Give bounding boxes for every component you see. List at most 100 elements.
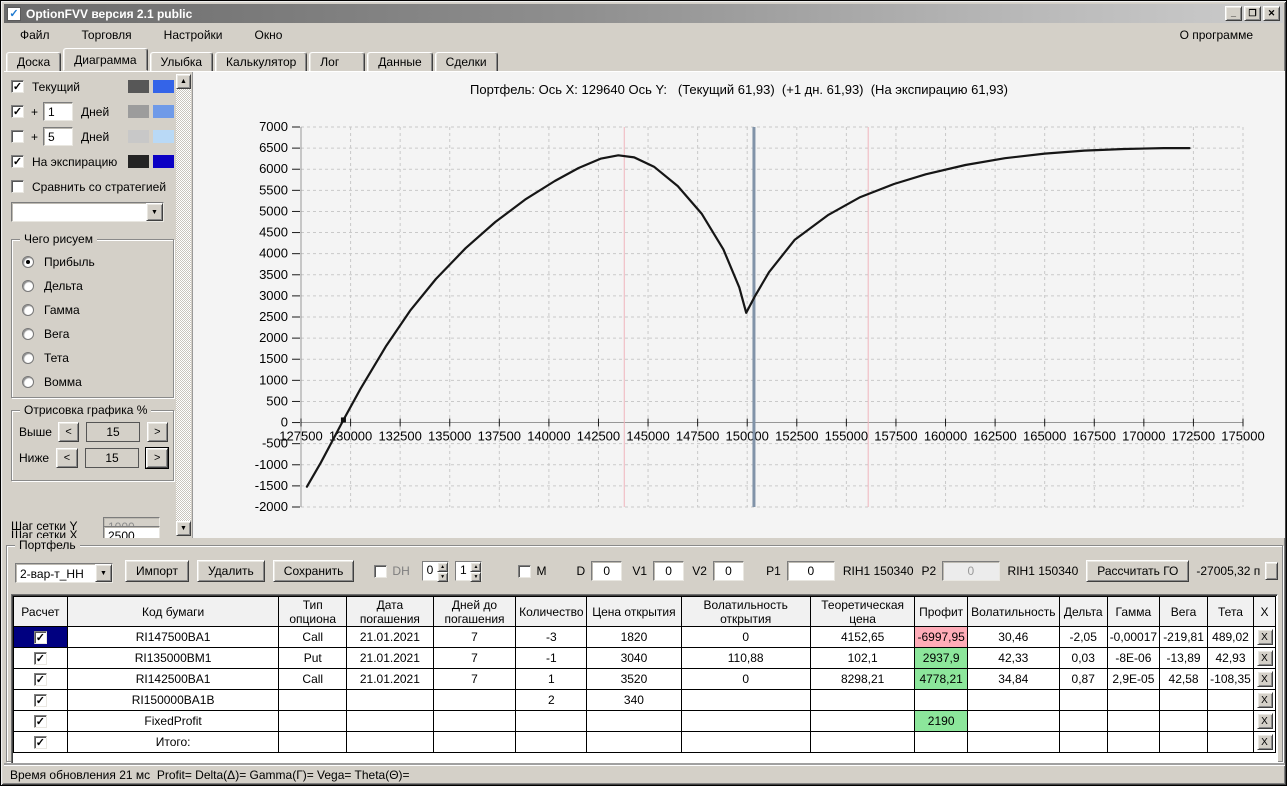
expiration-color-swatch-2[interactable] bbox=[153, 155, 174, 168]
radio-vomma[interactable] bbox=[22, 376, 34, 388]
table-cell[interactable] bbox=[966, 731, 1060, 753]
row-calc-checkbox[interactable] bbox=[33, 715, 47, 729]
table-cell[interactable] bbox=[1159, 731, 1209, 753]
table-cell[interactable]: -3 bbox=[515, 626, 588, 648]
table-cell[interactable]: 21.01.2021 bbox=[346, 626, 434, 648]
table-cell[interactable] bbox=[346, 710, 434, 732]
column-header[interactable]: Код бумаги bbox=[66, 596, 280, 627]
table-cell[interactable] bbox=[432, 689, 517, 711]
column-header[interactable]: X bbox=[1253, 596, 1276, 627]
table-cell[interactable]: -8E-06 bbox=[1106, 647, 1161, 669]
table-cell[interactable]: 21.01.2021 bbox=[346, 668, 434, 690]
menu-item-file[interactable]: Файл bbox=[20, 28, 50, 42]
table-cell[interactable]: Call bbox=[278, 668, 348, 690]
table-cell[interactable]: Итого: bbox=[66, 731, 280, 753]
current-color-swatch-1[interactable] bbox=[128, 80, 149, 93]
calc-go-button[interactable]: Рассчитать ГО bbox=[1086, 560, 1190, 582]
above-value[interactable]: 15 bbox=[86, 422, 140, 442]
p1-input[interactable]: 0 bbox=[786, 561, 835, 581]
below-increase-button[interactable]: > bbox=[145, 447, 170, 469]
table-cell[interactable] bbox=[1159, 689, 1209, 711]
table-cell[interactable] bbox=[966, 710, 1060, 732]
tab-deals[interactable]: Сделки bbox=[434, 52, 498, 72]
tab-smile[interactable]: Улыбка bbox=[149, 52, 214, 72]
spin-up-icon[interactable] bbox=[437, 562, 449, 572]
plus5-color-swatch-1[interactable] bbox=[128, 130, 149, 143]
column-header[interactable]: Дата погашения bbox=[346, 596, 434, 627]
row-calc-checkbox[interactable] bbox=[33, 694, 47, 708]
table-cell[interactable]: 42,58 bbox=[1159, 668, 1209, 690]
radio-delta[interactable] bbox=[22, 280, 34, 292]
chart-panel[interactable]: -2000 -1500 -1000 -500 0 500 1000 1500 2000 2500 3… bbox=[192, 72, 1285, 538]
table-cell[interactable]: Put bbox=[278, 647, 348, 669]
radio-gamma[interactable] bbox=[22, 304, 34, 316]
calc-cell[interactable] bbox=[13, 731, 68, 753]
d-input[interactable]: 0 bbox=[591, 561, 623, 581]
column-header[interactable]: Гамма bbox=[1106, 596, 1161, 627]
table-cell[interactable]: RI135000BM1 bbox=[66, 647, 280, 669]
table-cell[interactable]: 340 bbox=[586, 689, 682, 711]
table-cell[interactable]: FixedProfit bbox=[66, 710, 280, 732]
below-value[interactable]: 15 bbox=[84, 448, 140, 468]
table-cell[interactable]: 7 bbox=[432, 647, 517, 669]
table-cell[interactable] bbox=[278, 731, 348, 753]
column-header[interactable]: Количество bbox=[515, 596, 588, 627]
close-button[interactable]: ✕ bbox=[1263, 6, 1280, 21]
menu-item-window[interactable]: Окно bbox=[255, 28, 283, 42]
table-cell[interactable] bbox=[809, 689, 916, 711]
row-calc-checkbox[interactable] bbox=[33, 736, 47, 750]
table-cell[interactable] bbox=[586, 731, 682, 753]
table-cell[interactable]: -1 bbox=[515, 647, 588, 669]
save-button[interactable]: Сохранить bbox=[272, 560, 355, 582]
table-cell[interactable]: 42,33 bbox=[966, 647, 1060, 669]
m-checkbox[interactable] bbox=[518, 564, 532, 578]
tab-calculator[interactable]: Калькулятор bbox=[215, 52, 308, 72]
table-cell[interactable]: 4152,65 bbox=[809, 626, 916, 648]
import-button[interactable]: Импорт bbox=[125, 560, 189, 582]
table-cell[interactable] bbox=[432, 710, 517, 732]
table-cell[interactable]: 42,93 bbox=[1207, 647, 1254, 669]
table-cell[interactable] bbox=[1207, 689, 1254, 711]
delete-row-button[interactable]: X bbox=[1256, 692, 1273, 708]
preset-dropdown[interactable]: 2-вар-т_НН bbox=[15, 562, 113, 583]
calc-cell[interactable] bbox=[13, 668, 68, 690]
table-cell[interactable] bbox=[1159, 710, 1209, 732]
expiration-color-swatch-1[interactable] bbox=[128, 155, 149, 168]
table-cell[interactable] bbox=[1106, 731, 1161, 753]
table-cell[interactable] bbox=[1106, 710, 1161, 732]
table-cell[interactable]: 30,46 bbox=[966, 626, 1060, 648]
tab-data[interactable]: Данные bbox=[367, 52, 433, 72]
column-header[interactable]: Волатильность открытия bbox=[680, 596, 811, 627]
plus1-color-swatch-2[interactable] bbox=[153, 105, 174, 118]
table-cell[interactable]: 2190 bbox=[914, 710, 968, 732]
table-cell[interactable]: 110,88 bbox=[680, 647, 811, 669]
compare-strategy-checkbox[interactable] bbox=[11, 180, 24, 193]
table-cell[interactable]: 7 bbox=[432, 668, 517, 690]
grid-step-x-input[interactable]: 2500 bbox=[103, 525, 160, 538]
table-cell[interactable]: -13,89 bbox=[1159, 647, 1209, 669]
table-cell[interactable]: Call bbox=[278, 626, 348, 648]
table-cell[interactable] bbox=[1058, 731, 1108, 753]
table-cell[interactable]: RI142500BA1 bbox=[66, 668, 280, 690]
table-cell[interactable]: 102,1 bbox=[809, 647, 916, 669]
dh-spinner-2[interactable]: 1 bbox=[455, 561, 483, 582]
menu-item-settings[interactable]: Настройки bbox=[164, 28, 223, 42]
tab-log[interactable]: Лог bbox=[309, 52, 366, 72]
column-header[interactable]: Тип опциона bbox=[278, 596, 348, 627]
table-cell[interactable] bbox=[515, 710, 588, 732]
table-cell[interactable] bbox=[1207, 710, 1254, 732]
table-cell[interactable] bbox=[680, 689, 811, 711]
plus5-days-input[interactable]: 5 bbox=[43, 127, 74, 146]
spin-down-icon[interactable] bbox=[470, 572, 482, 582]
row-calc-checkbox[interactable] bbox=[33, 673, 47, 687]
left-panel-scrollbar[interactable] bbox=[176, 74, 191, 536]
table-cell[interactable]: 21.01.2021 bbox=[346, 647, 434, 669]
table-cell[interactable] bbox=[278, 689, 348, 711]
table-cell[interactable] bbox=[346, 731, 434, 753]
spin-down-icon[interactable] bbox=[437, 572, 449, 582]
menu-item-trading[interactable]: Торговля bbox=[82, 28, 132, 42]
table-cell[interactable]: 2,9E-05 bbox=[1106, 668, 1161, 690]
table-cell[interactable]: 0,03 bbox=[1058, 647, 1108, 669]
table-cell[interactable] bbox=[914, 731, 968, 753]
calc-cell[interactable] bbox=[13, 710, 68, 732]
